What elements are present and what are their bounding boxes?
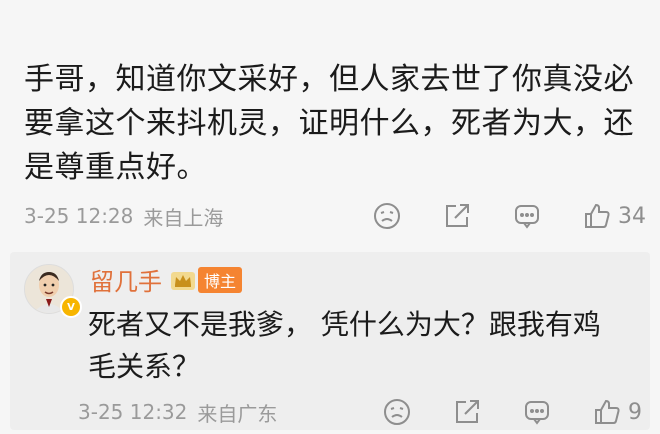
like-count: 34	[618, 203, 646, 229]
reply-emoji-button[interactable]	[382, 397, 412, 427]
reply-like-count: 9	[628, 399, 642, 425]
thumbs-up-icon	[585, 203, 610, 228]
comment-meta-row: 3-25 12:28 来自上海 34	[24, 198, 646, 234]
reply-date: 3-25 12:32	[78, 400, 188, 424]
comment-icon	[525, 401, 549, 425]
like-button[interactable]: 34	[582, 201, 646, 231]
crown-icon	[171, 271, 195, 290]
comment-text: 手哥，知道你文采好，但人家去世了你真没必要拿这个来抖机灵，证明什么，死者为大，还…	[24, 62, 634, 185]
emoji-button[interactable]	[372, 201, 402, 231]
share-icon	[446, 204, 469, 227]
verified-badge-icon: V	[60, 296, 82, 318]
reply-box: V 留几手 博主 死者又不是我爹， 凭什么为大？跟我有鸡毛关系？ 3-25 12…	[10, 252, 650, 430]
reply-author-name[interactable]: 留几手	[90, 262, 162, 297]
share-button[interactable]	[442, 201, 472, 231]
face-icon	[374, 203, 400, 229]
reply-like-button[interactable]: 9	[592, 397, 642, 427]
reply-meta-row: 3-25 12:32 来自广东 9	[78, 394, 642, 430]
reply-comment-button[interactable]	[522, 397, 552, 427]
reply-button[interactable]	[512, 201, 542, 231]
share-icon	[456, 400, 479, 423]
reply-text: 死者又不是我爹， 凭什么为大？跟我有鸡毛关系？	[88, 308, 601, 383]
comment-date: 3-25 12:28	[24, 204, 134, 228]
author-badge: 博主	[198, 266, 243, 293]
thumbs-up-icon	[595, 399, 620, 424]
reply-share-button[interactable]	[452, 397, 482, 427]
comment-card: 手哥，知道你文采好，但人家去世了你真没必要拿这个来抖机灵，证明什么，死者为大，还…	[0, 0, 660, 434]
reply-author-row: 留几手 博主	[90, 262, 243, 297]
reply-location: 来自广东	[197, 401, 278, 426]
comment-icon	[515, 205, 539, 229]
face-icon	[384, 399, 410, 425]
comment-location: 来自上海	[143, 205, 224, 230]
